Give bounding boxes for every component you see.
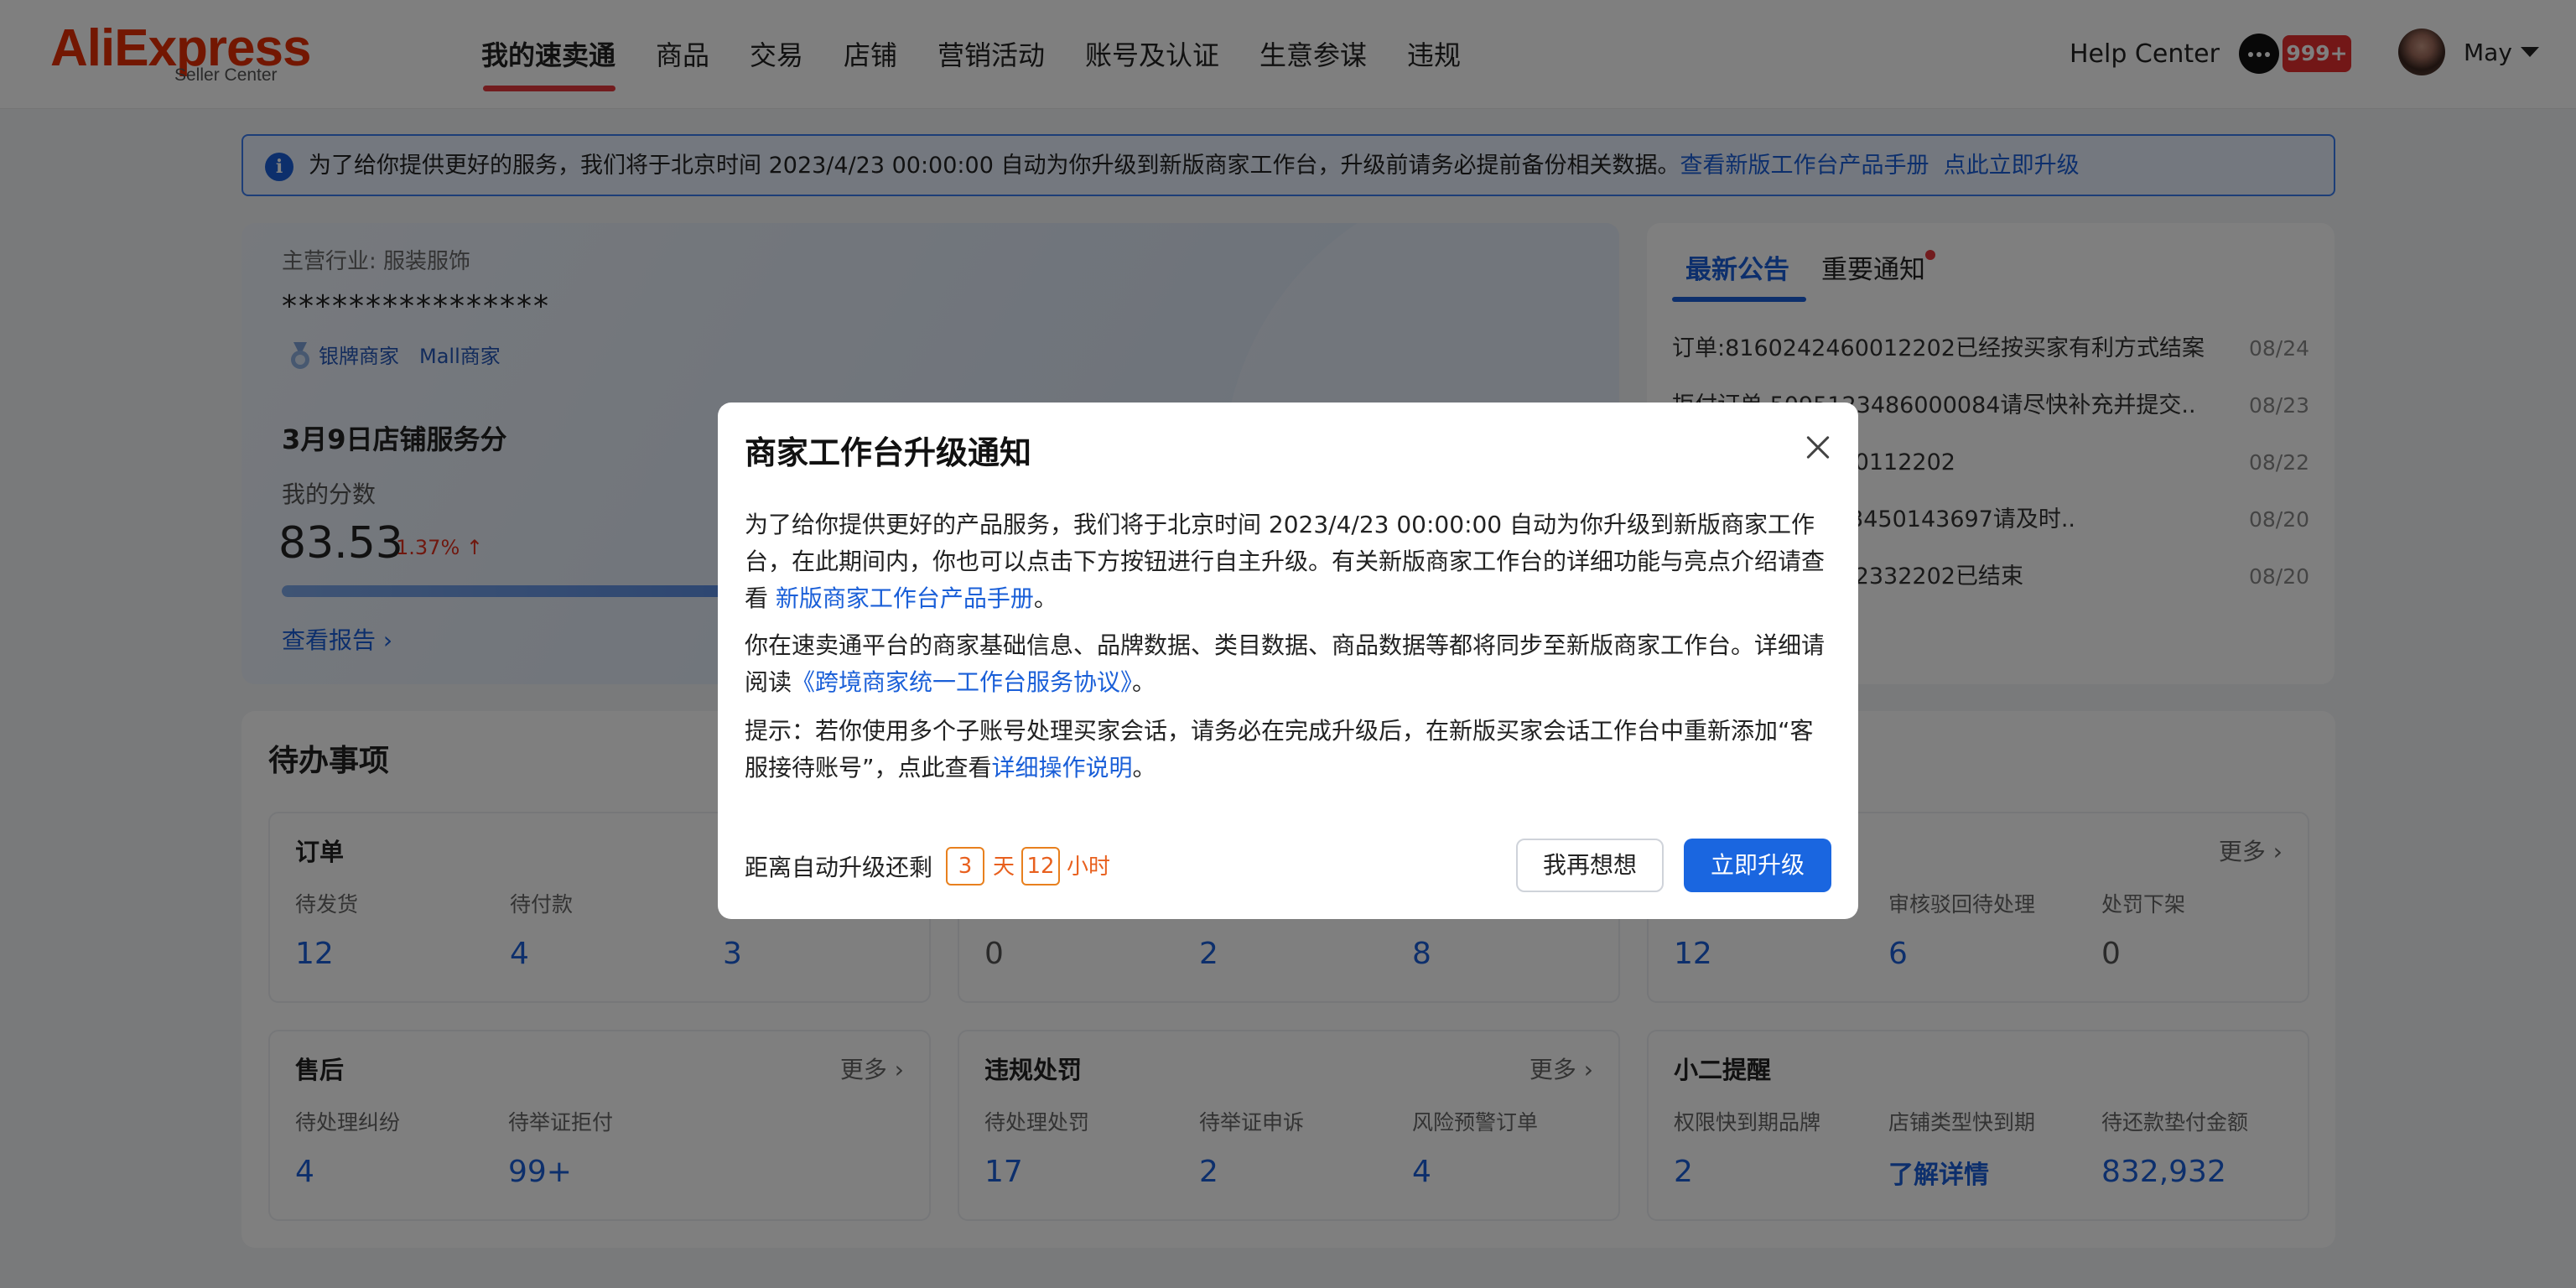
modal-paragraph-2: 你在速卖通平台的商家基础信息、品牌数据、类目数据、商品数据等都将同步至新版商家工… bbox=[745, 627, 1835, 701]
upgrade-modal: 商家工作台升级通知 为了给你提供更好的产品服务，我们将于北京时间 2023/4/… bbox=[718, 402, 1858, 919]
modal-paragraph-3: 提示：若你使用多个子账号处理买家会话，请务必在完成升级后，在新版买家会话工作台中… bbox=[745, 713, 1835, 787]
paragraph-text: 。 bbox=[1132, 754, 1156, 782]
paragraph-text: 。 bbox=[1033, 584, 1057, 612]
think-again-button[interactable]: 我再想想 bbox=[1516, 839, 1664, 892]
modal-paragraph-1: 为了给你提供更好的产品服务，我们将于北京时间 2023/4/23 00:00:0… bbox=[745, 506, 1835, 617]
product-manual-link[interactable]: 新版商家工作台产品手册 bbox=[776, 584, 1034, 612]
modal-title: 商家工作台升级通知 bbox=[745, 434, 1032, 471]
upgrade-now-button[interactable]: 立即升级 bbox=[1684, 839, 1831, 892]
countdown-days: 3 bbox=[946, 847, 984, 886]
countdown-label: 距离自动升级还剩 bbox=[745, 854, 933, 881]
paragraph-text: 提示：若你使用多个子账号处理买家会话，请务必在完成升级后，在新版买家会话工作台中… bbox=[745, 717, 1814, 782]
countdown-days-unit: 天 bbox=[993, 854, 1015, 880]
paragraph-text: 。 bbox=[1132, 668, 1156, 696]
operation-guide-link[interactable]: 详细操作说明 bbox=[992, 754, 1133, 782]
countdown-hours: 12 bbox=[1021, 847, 1060, 886]
countdown-hours-unit: 小时 bbox=[1067, 854, 1111, 880]
service-agreement-link[interactable]: 《跨境商家统一工作台服务协议》 bbox=[792, 668, 1132, 696]
close-icon[interactable] bbox=[1801, 431, 1835, 465]
